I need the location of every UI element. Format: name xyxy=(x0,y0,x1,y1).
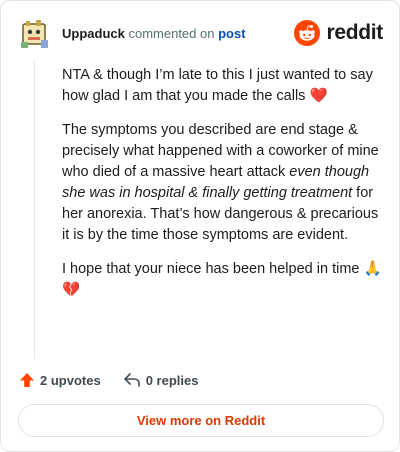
pray-emoji: 🙏 xyxy=(363,261,382,277)
heart-emoji: ❤️ xyxy=(309,88,328,104)
comment-meta: Uppaduck commented on post xyxy=(62,26,246,42)
reply-count: 0 replies xyxy=(145,372,199,388)
reply-button[interactable]: 0 replies xyxy=(123,372,199,388)
comment-paragraph: The symptoms you described are end stage… xyxy=(62,120,388,246)
user-avatar[interactable] xyxy=(19,18,51,50)
upvote-count: 2 upvotes xyxy=(40,372,101,388)
comment-text: I hope that your niece has been helped i… xyxy=(62,261,360,277)
reddit-logo[interactable]: reddit xyxy=(294,20,383,46)
upvote-button[interactable]: 2 upvotes xyxy=(19,372,101,388)
comment-actions: 2 upvotes 0 replies xyxy=(19,369,220,391)
reddit-snoo-icon xyxy=(294,20,321,46)
comment-body: NTA & though I’m late to this I just wan… xyxy=(62,65,388,314)
post-link[interactable]: post xyxy=(218,26,245,41)
reply-icon xyxy=(123,373,140,387)
comment-embed-card: Uppaduck commented on post reddit NTA & … xyxy=(0,0,400,452)
action-text: commented on xyxy=(128,26,215,41)
avatar-icon xyxy=(21,20,48,48)
view-more-button[interactable]: View more on Reddit xyxy=(18,404,384,437)
upvote-arrow-icon xyxy=(20,373,34,387)
reddit-wordmark: reddit xyxy=(326,21,383,44)
broken-heart-emoji: 💔 xyxy=(62,282,81,298)
comment-paragraph: NTA & though I’m late to this I just wan… xyxy=(62,65,388,107)
thread-line xyxy=(34,59,35,359)
comment-paragraph: I hope that your niece has been helped i… xyxy=(62,259,388,301)
comment-header: Uppaduck commented on post reddit xyxy=(19,18,383,50)
username-link[interactable]: Uppaduck xyxy=(62,26,125,41)
